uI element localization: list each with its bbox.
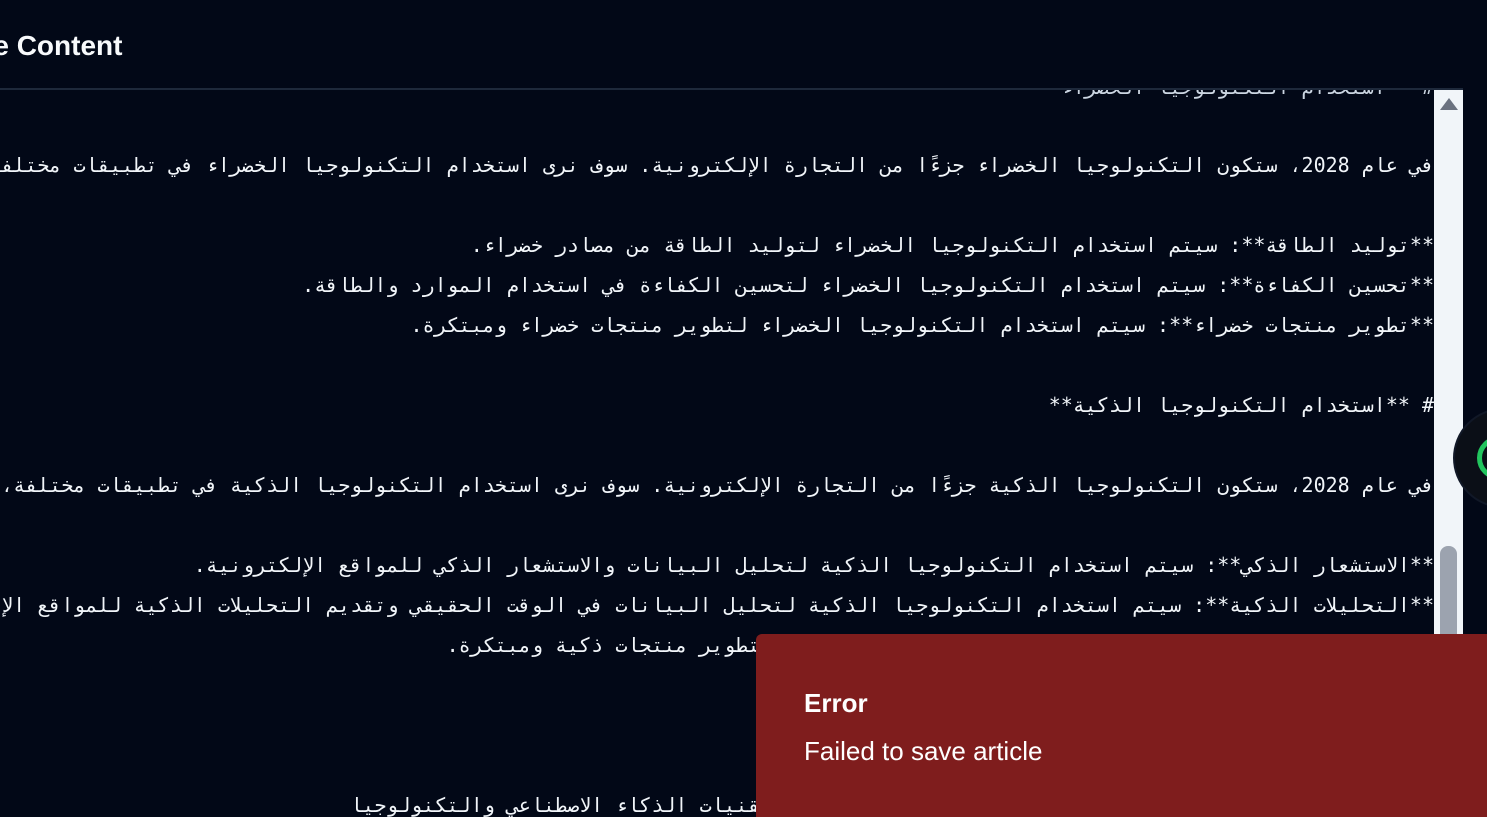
editor-line: **الاستشعار الذكي**: سيتم استخدام التكنو… [193,553,1434,577]
status-ring-icon [1477,436,1487,480]
scrollbar-thumb[interactable] [1440,546,1457,646]
editor-line: في عام 2028، ستكون التكنولوجيا الخضراء ج… [0,153,1434,177]
toast-description: Failed to save article [804,736,1043,766]
editor-line: في عام 2028، ستكون التكنولوجيا الذكية جز… [0,473,1434,497]
editor-line: # **استخدام التكنولوجيا الذكية** [1048,393,1434,417]
editor-line: **تطوير منتجات خضراء**: سيتم استخدام الت… [410,313,1435,337]
page: cle Content # **استخدام التكنولوجيا الخض… [0,0,1487,817]
editor-line: **التحليلات الذكية**: سيتم استخدام التكن… [0,593,1434,617]
section-title: cle Content [0,30,123,61]
toast-title: Error [804,688,868,718]
scroll-up-arrow-icon[interactable] [1440,98,1458,110]
editor-line: **توليد الطاقة**: سيتم استخدام التكنولوج… [470,233,1434,257]
error-toast[interactable]: Error Failed to save article [756,634,1487,817]
editor-line: # **استخدام التكنولوجيا الخضراء** [0,90,1434,100]
editor-line: **تحسين الكفاءة**: سيتم استخدام التكنولو… [302,273,1434,297]
